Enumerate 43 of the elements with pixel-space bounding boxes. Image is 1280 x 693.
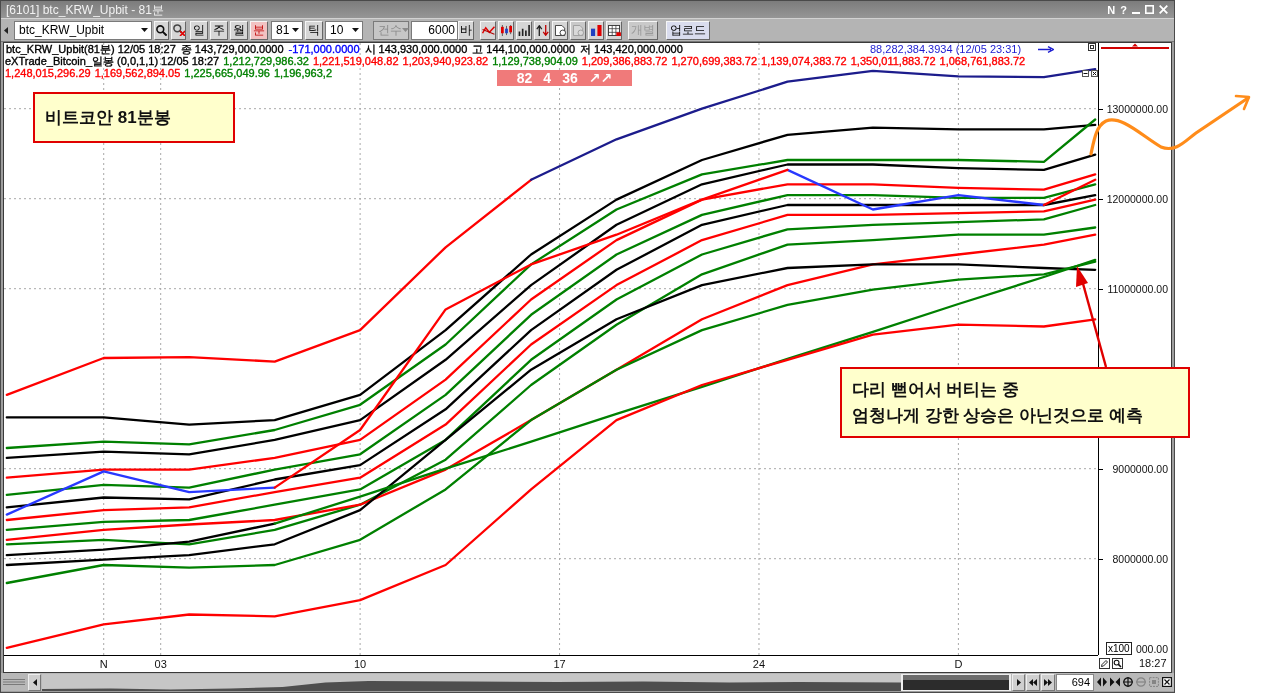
axis-label: 17 bbox=[553, 658, 566, 671]
indicator-value: 1,196,963,2 bbox=[273, 67, 333, 79]
indicator-value: 1,139,074,383.72 bbox=[761, 55, 847, 67]
axis-label: 03 bbox=[154, 658, 167, 671]
axis-label: 24 bbox=[752, 658, 766, 671]
axis-label: 13000000.00 bbox=[1106, 101, 1168, 116]
price-info-text: 종 143,729,000.0000 bbox=[180, 43, 284, 55]
indicator-value: 1,203,940,923.82 bbox=[402, 55, 489, 67]
indicator-value: 1,129,738,904.09 bbox=[492, 55, 578, 67]
indicator-value: 1,225,665,049.96 bbox=[184, 67, 270, 79]
note-text: 비트코안 81분봉 bbox=[45, 106, 172, 129]
note-text: 다리 뻗어서 버티는 중 bbox=[852, 378, 1021, 401]
axis-label: D bbox=[954, 658, 963, 671]
price-info-text: btc_KRW_Upbit(81분) 12/05 18:27 bbox=[6, 43, 176, 55]
indicator-value: 1,270,699,383.72 bbox=[671, 55, 758, 67]
time-label: 18:27 bbox=[1139, 657, 1167, 670]
badge-text: 82 bbox=[516, 70, 533, 86]
axis-label: 9000000.00 bbox=[1112, 461, 1168, 476]
indicator-name: eXTrade_Bitcoin_일봉 (0,0,1,1) 12/05 18:27 bbox=[5, 55, 220, 67]
indicator-value: 1,248,015,296.29 bbox=[5, 67, 91, 79]
axis-label: 000.00 bbox=[1135, 642, 1168, 656]
axis-label: 8000000.00 bbox=[1112, 551, 1168, 566]
price-info-text: 88,282,384.3934 (12/05 23:31) bbox=[870, 43, 1022, 55]
price-info-text: 시 143,930,000.0000 bbox=[364, 43, 468, 55]
badge-text: 36 bbox=[562, 70, 578, 86]
scale-label: x100 bbox=[1106, 642, 1132, 655]
note-text: 엄청나게 강한 상승은 아닌것으로 예측 bbox=[852, 404, 1144, 427]
indicator-value: 1,209,386,883.72 bbox=[581, 55, 668, 67]
badge-text: ↗↗ bbox=[588, 70, 613, 86]
price-info-text: 저 143,420,000.0000 bbox=[580, 43, 683, 55]
indicator-value: 1,068,761,883.72 bbox=[939, 55, 1026, 67]
indicator-value: 1,350,011,883.72 bbox=[850, 55, 936, 67]
axis-label: 12000000.00 bbox=[1106, 191, 1168, 206]
indicator-value: 1,169,562,894.05 bbox=[94, 67, 181, 79]
axis-label: 10 bbox=[354, 658, 367, 671]
indicator-value: 1,212,729,986.32 bbox=[223, 55, 309, 67]
price-info-text: -171,000.0000 bbox=[288, 43, 360, 55]
axis-label: N bbox=[99, 658, 108, 671]
indicator-value: 1,221,519,048.82 bbox=[312, 55, 399, 67]
window-title: [6101] btc_KRW_Upbit - 81분 bbox=[6, 2, 164, 17]
price-info-text: 고 144,100,000.0000 bbox=[472, 43, 576, 55]
badge-text: 4 bbox=[543, 70, 552, 86]
axis-label: 11000000.00 bbox=[1107, 281, 1168, 296]
